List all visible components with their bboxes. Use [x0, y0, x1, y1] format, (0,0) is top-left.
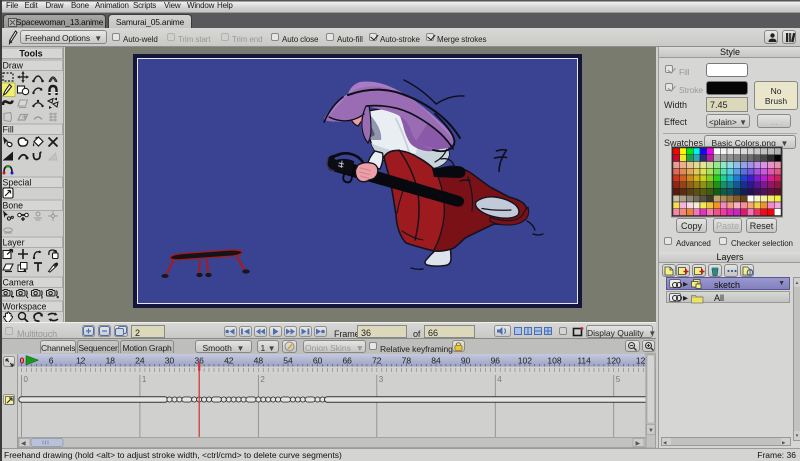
svg-text:Draw: Draw [3, 61, 24, 71]
svg-text:0: 0 [20, 356, 25, 366]
svg-text:Special: Special [3, 178, 32, 188]
svg-text:4: 4 [497, 375, 502, 384]
svg-text:5: 5 [616, 375, 621, 384]
svg-text:1: 1 [142, 375, 147, 384]
svg-text:3: 3 [379, 375, 384, 384]
svg-text:Bone: Bone [3, 201, 24, 211]
svg-text:Layer: Layer [3, 238, 25, 248]
svg-text:Fill: Fill [3, 125, 14, 135]
svg-text:2: 2 [260, 375, 265, 384]
svg-text:▶: ▶ [636, 441, 641, 447]
svg-text:Tools: Tools [19, 49, 42, 59]
svg-text:◀: ◀ [21, 441, 26, 447]
svg-text:Camera: Camera [3, 278, 34, 288]
svg-text:▼: ▼ [648, 428, 654, 434]
svg-text:0: 0 [24, 375, 29, 384]
svg-text:Workspace: Workspace [3, 302, 47, 312]
